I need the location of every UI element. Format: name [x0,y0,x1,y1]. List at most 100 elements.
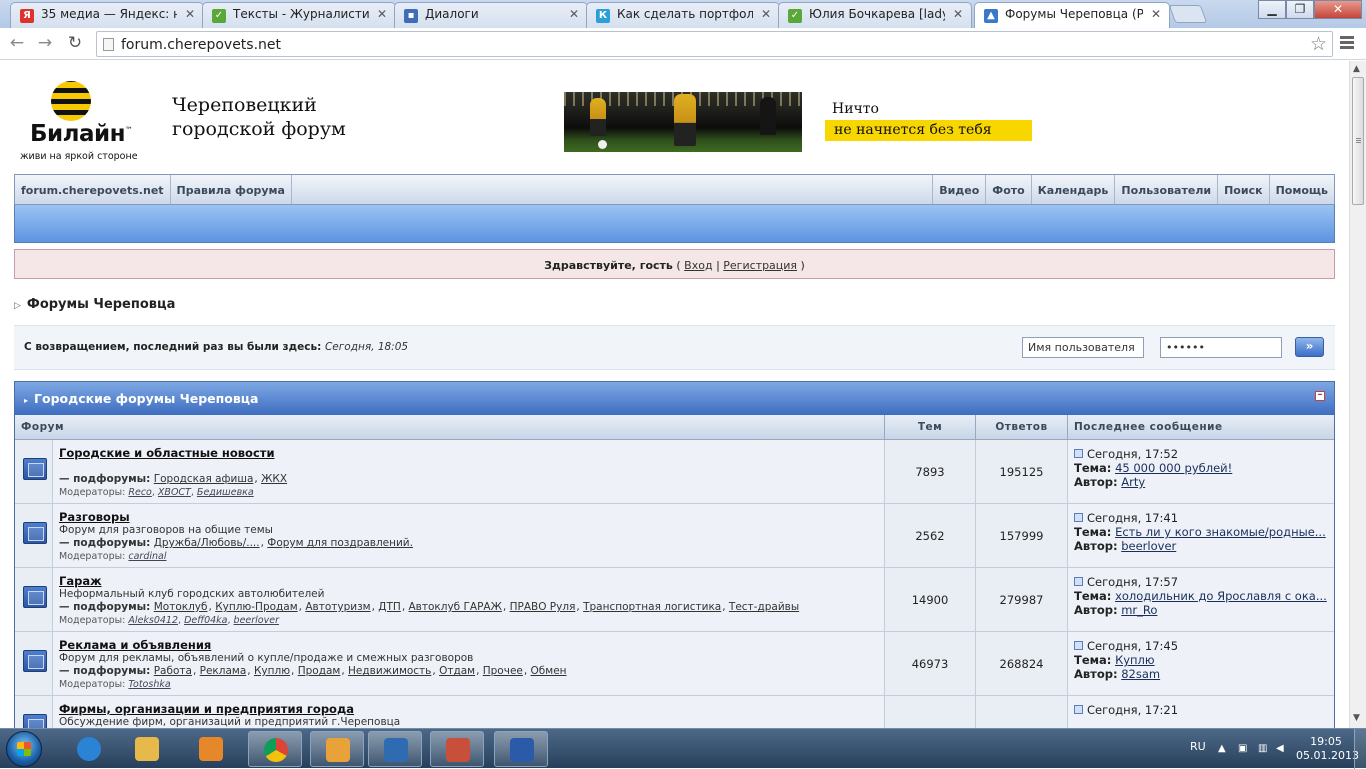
subforum-link[interactable]: Транспортная логистика [583,601,721,613]
login-link[interactable]: Вход [684,259,712,272]
subforum-link[interactable]: Тест-драйвы [729,601,799,613]
forward-arrow-icon[interactable]: → [34,33,56,53]
taskbar-app-button[interactable] [184,731,238,767]
last-author-link[interactable]: mr_Ro [1121,603,1157,617]
new-tab-button[interactable] [1168,5,1208,23]
nav-users-link[interactable]: Пользователи [1114,175,1217,204]
taskbar-app-button[interactable] [368,731,422,767]
last-topic-link[interactable]: 45 000 000 рублей! [1115,461,1232,475]
last-topic-link[interactable]: холодильник до Ярославля с ока... [1115,589,1327,603]
forum-title-link[interactable]: Разговоры [59,510,130,524]
clock[interactable]: 19:05 05.01.2013 [1296,735,1359,763]
taskbar-app-button[interactable] [494,731,548,767]
moderator-link[interactable]: cardinal [128,551,166,562]
moderator-link[interactable]: Aleks0412 [128,615,178,626]
close-icon[interactable]: ✕ [569,7,579,21]
last-topic-link[interactable]: Куплю [1115,653,1155,667]
register-link[interactable]: Регистрация [723,259,797,272]
subforum-link[interactable]: ПРАВО Руля [510,601,576,613]
banner-image[interactable] [564,92,802,152]
last-post-icon[interactable] [1074,641,1083,650]
username-input[interactable] [1022,337,1144,358]
forum-folder-icon[interactable] [23,458,47,480]
nav-photo-link[interactable]: Фото [985,175,1030,204]
subforum-link[interactable]: Обмен [531,665,567,677]
reload-icon[interactable]: ↻ [64,33,86,53]
subforum-link[interactable]: Куплю-Продам [215,601,297,613]
browser-tab-6[interactable]: ▲ Форумы Череповца (Раб ✕ [974,2,1170,29]
bookmark-star-icon[interactable]: ☆ [1310,33,1327,55]
menu-icon[interactable] [1340,36,1354,39]
last-author-link[interactable]: 82sam [1121,667,1160,681]
last-author-link[interactable]: beerlover [1121,539,1176,553]
subforum-link[interactable]: Продам [298,665,341,677]
last-post-icon[interactable] [1074,449,1083,458]
taskbar-app-button[interactable] [248,731,302,767]
subforum-link[interactable]: Куплю [254,665,290,677]
subforum-link[interactable]: Городская афиша [154,473,254,485]
close-icon[interactable]: ✕ [953,7,963,21]
network-icon[interactable]: ▥ [1258,743,1270,755]
language-indicator[interactable]: RU [1190,740,1206,753]
last-post-icon[interactable] [1074,513,1083,522]
close-icon[interactable]: ✕ [761,7,771,21]
subforum-link[interactable]: ЖКХ [261,473,287,485]
taskbar-app-button[interactable] [62,731,116,767]
banner-text-1[interactable]: Ничто [832,101,879,117]
start-button[interactable] [6,731,42,767]
close-window-button[interactable]: ✕ [1314,0,1362,19]
minimize-button[interactable]: ▁ [1258,0,1286,19]
forum-title-link[interactable]: Городские и областные новости [59,446,275,460]
subforum-link[interactable]: Мотоклуб [154,601,208,613]
browser-tab-5[interactable]: ✓ Юлия Бочкарева [lady-w ✕ [778,2,972,28]
forum-folder-icon[interactable] [23,714,47,728]
moderator-link[interactable]: Totoshka [128,679,170,690]
last-post-icon[interactable] [1074,577,1083,586]
nav-calendar-link[interactable]: Календарь [1030,175,1115,204]
show-desktop-button[interactable] [1354,729,1366,769]
collapse-icon[interactable]: – [1315,390,1325,401]
forum-folder-icon[interactable] [23,522,47,544]
forum-folder-icon[interactable] [23,650,47,672]
nav-search-link[interactable]: Поиск [1217,175,1268,204]
subforum-link[interactable]: Автоклуб ГАРАЖ [409,601,502,613]
password-input[interactable] [1160,337,1282,358]
taskbar-app-button[interactable] [310,731,364,767]
tray-device-icon[interactable]: ▣ [1238,743,1250,755]
browser-tab-4[interactable]: К Как сделать портфолио? ✕ [586,2,780,28]
forum-title-link[interactable]: Фирмы, организации и предприятия города [59,702,354,716]
nav-help-link[interactable]: Помощь [1268,175,1334,204]
browser-tab-2[interactable]: ✓ Тексты - Журналистика/ ✕ [202,2,396,28]
subforum-link[interactable]: Форум для поздравлений. [267,537,413,549]
subforum-link[interactable]: Работа [154,665,192,677]
page-scrollbar[interactable]: ▲ ▼ [1349,61,1366,728]
moderator-link[interactable]: ХВОСТ [158,487,191,498]
moderator-link[interactable]: Deff04ka [184,615,227,626]
category-header[interactable]: ▸ Городские форумы Череповца – [15,382,1334,415]
browser-tab-1[interactable]: Я 35 медиа — Яндекс: нашл ✕ [10,2,204,28]
subforum-link[interactable]: Реклама [200,665,247,677]
moderator-link[interactable]: beerlover [234,615,279,626]
login-go-button[interactable]: » [1295,337,1324,357]
close-icon[interactable]: ✕ [377,7,387,21]
close-icon[interactable]: ✕ [185,7,195,21]
nav-rules-link[interactable]: Правила форума [171,175,292,204]
moderator-link[interactable]: Бедишевка [197,487,254,498]
volume-icon[interactable]: ◀ [1276,743,1288,755]
subforum-link[interactable]: Автотуризм [305,601,370,613]
breadcrumb[interactable]: ▷ Форумы Череповца [14,297,175,312]
scroll-thumb[interactable] [1352,77,1364,205]
last-topic-link[interactable]: Есть ли у кого знакомые/родные... [1115,525,1326,539]
subforum-link[interactable]: Дружба/Любовь/.... [154,537,260,549]
forum-title-link[interactable]: Реклама и объявления [59,638,211,652]
subforum-link[interactable]: Недвижимость [348,665,431,677]
moderator-link[interactable]: Reco [128,487,151,498]
forum-title-link[interactable]: Гараж [59,574,102,588]
forum-folder-icon[interactable] [23,586,47,608]
scroll-up-icon[interactable]: ▲ [1353,64,1360,74]
maximize-button[interactable]: ❐ [1286,0,1314,19]
last-post-icon[interactable] [1074,705,1083,714]
last-author-link[interactable]: Arty [1121,475,1145,489]
subforum-link[interactable]: ДТП [378,601,401,613]
close-icon[interactable]: ✕ [1151,7,1161,21]
